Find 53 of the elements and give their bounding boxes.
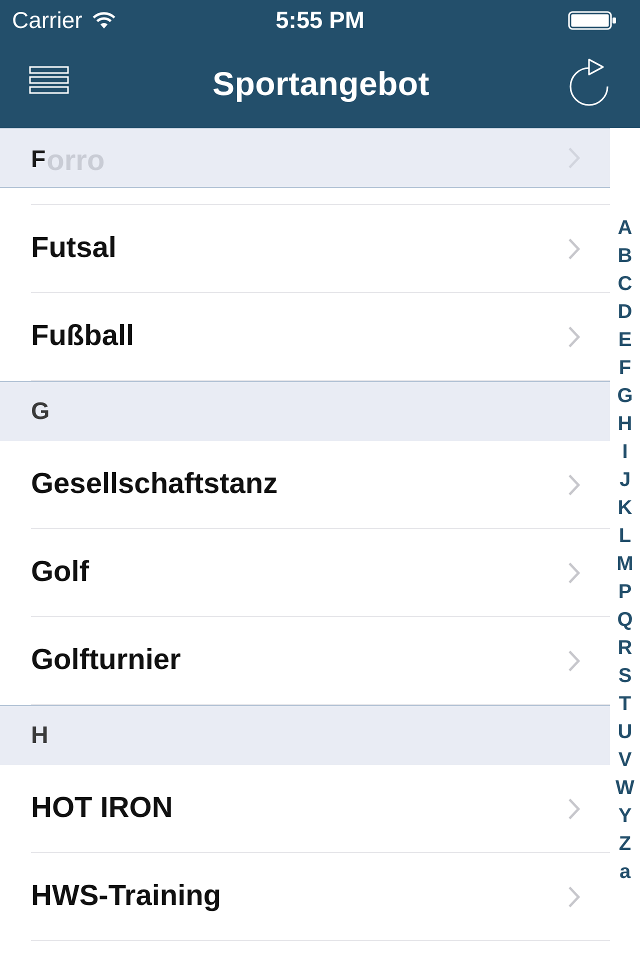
index-letter[interactable]: K [618, 494, 632, 522]
index-letter[interactable]: W [616, 774, 634, 802]
wifi-icon [92, 12, 116, 28]
list-row[interactable]: HWS-Training [31, 853, 610, 941]
index-letter[interactable]: B [618, 242, 632, 270]
chevron-icon [568, 326, 580, 348]
chevron-icon [568, 562, 580, 584]
index-letter[interactable]: P [618, 578, 632, 606]
chevron-icon [568, 474, 580, 496]
sport-name: Golf [31, 556, 89, 589]
index-letter[interactable]: V [618, 746, 632, 774]
sport-name: Fußball [31, 320, 134, 353]
sport-name: Golfturnier [31, 644, 181, 677]
index-letter[interactable]: M [616, 550, 634, 578]
index-letter[interactable]: F [618, 354, 632, 382]
list-row[interactable]: Futsal [31, 205, 610, 293]
index-letter[interactable]: E [618, 326, 632, 354]
index-letter[interactable]: G [617, 382, 633, 410]
index-letter[interactable]: I [622, 438, 628, 466]
index-letter[interactable]: L [618, 522, 632, 550]
section-letter: H [31, 722, 48, 750]
index-letter[interactable]: T [618, 690, 632, 718]
index-letter[interactable]: Y [618, 802, 632, 830]
index-letter[interactable]: R [618, 634, 632, 662]
sport-name: Futsal [31, 232, 116, 265]
chevron-icon [568, 886, 580, 908]
index-letter[interactable]: D [618, 298, 632, 326]
index-letter[interactable]: H [618, 410, 632, 438]
index-letter[interactable]: Z [618, 830, 632, 858]
index-letter[interactable]: A [618, 214, 632, 242]
index-letter[interactable]: J [619, 466, 631, 494]
refresh-icon[interactable] [568, 58, 609, 106]
index-letter[interactable]: C [618, 270, 632, 298]
sport-name: Gesellschaftstanz [31, 468, 278, 501]
screen-title: Sportangebot [212, 65, 430, 103]
list-row[interactable]: Golf [31, 529, 610, 617]
list-row[interactable]: HOT IRON [31, 765, 610, 853]
sport-name: HWS-Training [31, 880, 222, 913]
index-letter[interactable]: U [618, 718, 632, 746]
index-letter[interactable]: Q [617, 606, 633, 634]
index-letter[interactable]: a [619, 858, 631, 886]
menu-icon[interactable] [29, 66, 69, 94]
chevron-icon [568, 798, 580, 820]
chevron-icon [568, 238, 580, 260]
section-letter: F [31, 146, 46, 174]
list-row[interactable]: Gesellschaftstanz [31, 441, 610, 529]
battery-icon [568, 10, 616, 30]
section-letter: G [31, 398, 50, 426]
sport-name: HOT IRON [31, 792, 173, 825]
carrier-label: Carrier [12, 6, 82, 34]
chevron-icon [568, 650, 580, 672]
status-time: 5:55 PM [276, 6, 364, 34]
index-letter[interactable]: S [618, 662, 632, 690]
